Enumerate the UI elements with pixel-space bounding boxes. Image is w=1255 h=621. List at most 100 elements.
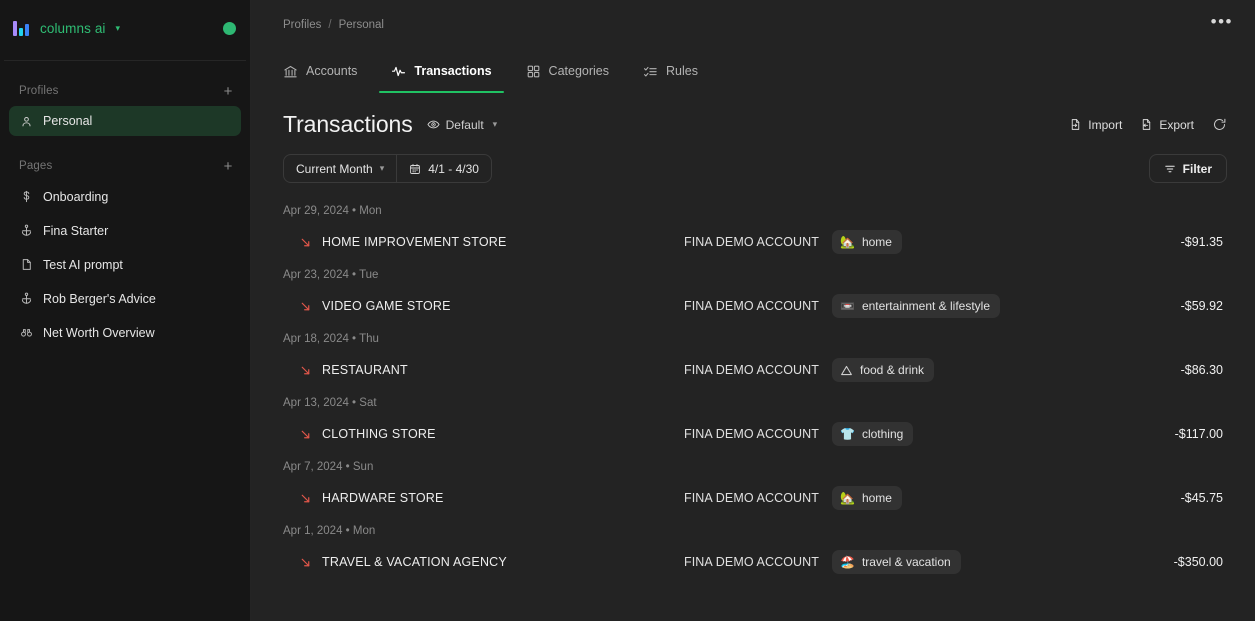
profiles-section-title: Profiles	[19, 85, 59, 97]
add-page-button[interactable]: +	[220, 159, 236, 174]
refresh-icon	[1212, 117, 1227, 132]
transaction-category[interactable]: food & drink	[832, 358, 1103, 382]
view-selector[interactable]: Default ▾	[427, 117, 498, 132]
arrow-down-right-icon	[299, 236, 313, 249]
transaction-amount: -$86.30	[1180, 363, 1223, 377]
profiles-section-header: Profiles +	[0, 76, 250, 106]
activity-icon	[391, 64, 406, 79]
workspace-name[interactable]: columns ai	[40, 21, 106, 36]
sidebar-item-fina-starter[interactable]: Fina Starter	[9, 215, 241, 246]
transaction-account: FINA DEMO ACCOUNT	[684, 363, 820, 377]
tab-accounts[interactable]: Accounts	[283, 49, 374, 93]
anchor-icon	[19, 292, 33, 306]
checklist-icon	[643, 64, 658, 79]
pages-section-title: Pages	[19, 160, 53, 172]
export-label: Export	[1159, 117, 1194, 132]
status-badge[interactable]: 📼 entertainment & lifestyle	[832, 294, 1001, 318]
sidebar-divider	[4, 60, 246, 61]
add-profile-button[interactable]: +	[220, 84, 236, 99]
status-badge[interactable]: 🏖️ travel & vacation	[832, 550, 961, 574]
arrow-down-right-icon	[299, 364, 313, 377]
transaction-group: Apr 29, 2024 • Mon HOME IMPROVEMENT STOR…	[283, 197, 1227, 261]
transaction-name: CLOTHING STORE	[322, 427, 436, 441]
sidebar-item-net-worth-overview[interactable]: Net Worth Overview	[9, 317, 241, 348]
grid-icon	[526, 64, 541, 79]
transaction-account: FINA DEMO ACCOUNT	[684, 299, 820, 313]
tab-rules[interactable]: Rules	[626, 49, 715, 93]
table-row[interactable]: HOME IMPROVEMENT STORE FINA DEMO ACCOUNT…	[283, 223, 1227, 261]
transaction-name: RESTAURANT	[322, 363, 408, 377]
tab-categories[interactable]: Categories	[509, 49, 626, 93]
import-label: Import	[1088, 117, 1123, 132]
transaction-amount: -$350.00	[1173, 555, 1223, 569]
sidebar-item-label: Rob Berger's Advice	[43, 291, 156, 306]
transaction-group: Apr 18, 2024 • Thu RESTAURANT FINA DEMO …	[283, 325, 1227, 389]
binoculars-icon	[19, 326, 33, 340]
arrow-down-right-icon	[299, 492, 313, 505]
status-badge[interactable]: 🏡 home	[832, 230, 902, 254]
chevron-down-icon: ▾	[492, 119, 498, 129]
transaction-group: Apr 1, 2024 • Mon TRAVEL & VACATION AGEN…	[283, 517, 1227, 581]
sidebar-item-onboarding[interactable]: Onboarding	[9, 181, 241, 212]
sidebar-item-test-ai-prompt[interactable]: Test AI prompt	[9, 249, 241, 280]
table-row[interactable]: CLOTHING STORE FINA DEMO ACCOUNT 👕 cloth…	[283, 415, 1227, 453]
export-button[interactable]: Export	[1140, 118, 1194, 132]
transaction-category[interactable]: 🏡 home	[832, 230, 1103, 254]
tab-bar: Accounts Transactions Categories Rules	[251, 49, 1255, 93]
period-selector[interactable]: Current Month ▾	[284, 155, 396, 182]
table-row[interactable]: TRAVEL & VACATION AGENCY FINA DEMO ACCOU…	[283, 543, 1227, 581]
tshirt-emoji-icon: 👕	[840, 427, 855, 441]
status-badge[interactable]: 👕 clothing	[832, 422, 914, 446]
period-label: Current Month	[296, 161, 373, 176]
date-range-label: 4/1 - 4/30	[428, 161, 479, 176]
breadcrumb-current[interactable]: Personal	[339, 19, 384, 31]
pages-section-header: Pages +	[0, 151, 250, 181]
breadcrumb-root[interactable]: Profiles	[283, 19, 321, 31]
transaction-category[interactable]: 👕 clothing	[832, 422, 1103, 446]
date-range-selector[interactable]: 4/1 - 4/30	[397, 155, 491, 182]
tab-label: Categories	[548, 64, 609, 78]
chevron-down-icon: ▾	[379, 163, 385, 173]
sidebar-item-label: Fina Starter	[43, 223, 109, 238]
bar-chart-logo-icon	[13, 20, 30, 36]
transaction-amount: -$91.35	[1180, 235, 1223, 249]
table-row[interactable]: RESTAURANT FINA DEMO ACCOUNT food & drin…	[283, 351, 1227, 389]
transaction-date-header: Apr 18, 2024 • Thu	[283, 333, 379, 345]
transaction-category[interactable]: 🏡 home	[832, 486, 1103, 510]
beach-umbrella-emoji-icon: 🏖️	[840, 555, 855, 569]
transaction-name: VIDEO GAME STORE	[322, 299, 451, 313]
chevron-down-icon[interactable]: ▾	[116, 23, 121, 33]
refresh-button[interactable]	[1212, 117, 1227, 132]
transaction-amount: -$45.75	[1180, 491, 1223, 505]
sidebar-item-label: Personal	[43, 114, 93, 128]
transaction-group: Apr 7, 2024 • Sun HARDWARE STORE FINA DE…	[283, 453, 1227, 517]
dollar-icon	[19, 190, 33, 204]
transaction-name: HOME IMPROVEMENT STORE	[322, 235, 507, 249]
transaction-account: FINA DEMO ACCOUNT	[684, 235, 820, 249]
import-button[interactable]: Import	[1069, 118, 1122, 132]
transaction-amount: -$117.00	[1174, 427, 1223, 441]
sidebar-item-rob-bergers-advice[interactable]: Rob Berger's Advice	[9, 283, 241, 314]
filters-row: Current Month ▾ 4/1 - 4/30 Filter	[251, 138, 1255, 183]
sidebar-item-personal[interactable]: Personal	[9, 106, 241, 136]
status-dot	[223, 21, 236, 35]
transaction-account: FINA DEMO ACCOUNT	[684, 427, 820, 441]
transaction-category[interactable]: 🏖️ travel & vacation	[832, 550, 1103, 574]
view-label: Default	[445, 117, 484, 132]
status-badge[interactable]: food & drink	[832, 358, 935, 382]
table-row[interactable]: VIDEO GAME STORE FINA DEMO ACCOUNT 📼 ent…	[283, 287, 1227, 325]
house-emoji-icon: 🏡	[840, 491, 855, 505]
filter-button[interactable]: Filter	[1148, 154, 1227, 183]
import-file-icon	[1069, 118, 1082, 131]
user-icon	[19, 114, 33, 128]
tab-label: Accounts	[306, 64, 358, 78]
ellipsis-icon[interactable]: •••	[1211, 13, 1233, 36]
category-label: entertainment & lifestyle	[861, 299, 991, 313]
transaction-category[interactable]: 📼 entertainment & lifestyle	[832, 294, 1103, 318]
tab-transactions[interactable]: Transactions	[374, 49, 508, 93]
arrow-down-right-icon	[299, 300, 313, 313]
status-badge[interactable]: 🏡 home	[832, 486, 902, 510]
transaction-group: Apr 23, 2024 • Tue VIDEO GAME STORE FINA…	[283, 261, 1227, 325]
calendar-icon	[409, 163, 421, 175]
table-row[interactable]: HARDWARE STORE FINA DEMO ACCOUNT 🏡 home …	[283, 479, 1227, 517]
